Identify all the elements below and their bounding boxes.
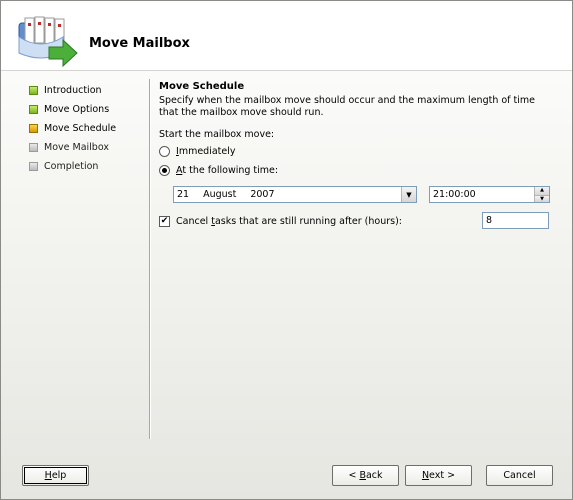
steps-divider [149,79,150,439]
cancel-button[interactable]: Cancel [486,465,553,486]
radio-selected-dot [162,168,167,173]
chevron-down-icon[interactable]: ▼ [401,187,416,202]
wizard-window: Move Mailbox Introduction Move Options M… [0,0,573,500]
date-day[interactable]: 21 [177,189,189,200]
section-title: Move Schedule [159,81,245,92]
radio-label: Immediately [176,146,236,157]
next-button[interactable]: Next > [405,465,472,486]
section-description: Specify when the mailbox move should occ… [159,95,536,118]
step-completion: Completion [29,157,149,176]
step-label: Introduction [44,85,102,96]
radio-button[interactable] [159,165,170,176]
cancel-tasks-label: Cancel tasks that are still running afte… [176,216,402,227]
date-month[interactable]: August [203,189,236,200]
time-spinner: ▲ ▼ [534,187,549,202]
footer-separator [1,455,572,456]
start-move-label: Start the mailbox move: [159,129,275,140]
radio-immediately[interactable]: Immediately [159,146,236,157]
step-pending-icon [29,143,38,152]
time-value[interactable]: 21:00:00 [433,189,476,200]
hours-input[interactable]: 8 [482,212,549,229]
spin-down-icon[interactable]: ▼ [534,194,549,202]
step-label: Move Options [44,104,110,115]
back-button[interactable]: < Back [332,465,399,486]
date-picker[interactable]: 21 August 2007 ▼ [173,186,417,203]
move-schedule-panel: Move Schedule Specify when the mailbox m… [159,81,559,229]
cancel-tasks-checkbox[interactable]: ✔ [159,216,170,227]
page-title: Move Mailbox [89,36,190,51]
step-current-icon [29,124,38,133]
step-label: Move Mailbox [44,142,109,153]
spin-up-icon[interactable]: ▲ [534,187,549,195]
step-move-mailbox: Move Mailbox [29,138,149,157]
date-year[interactable]: 2007 [250,189,274,200]
step-done-icon [29,105,38,114]
cancel-tasks-option[interactable]: ✔ Cancel tasks that are still running af… [159,216,402,227]
step-pending-icon [29,162,38,171]
wizard-steps: Introduction Move Options Move Schedule … [29,81,149,176]
radio-label: At the following time: [176,165,279,176]
time-input[interactable]: 21:00:00 ▲ ▼ [429,186,550,203]
help-button[interactable]: Help [22,465,89,486]
step-done-icon [29,86,38,95]
radio-following-time[interactable]: At the following time: [159,165,278,176]
step-introduction: Introduction [29,81,149,100]
step-move-schedule: Move Schedule [29,119,149,138]
step-label: Completion [44,161,99,172]
step-label: Move Schedule [44,123,117,134]
wizard-header: Move Mailbox [1,1,572,71]
step-move-options: Move Options [29,100,149,119]
radio-button[interactable] [159,146,170,157]
mailbox-move-icon [18,16,78,67]
